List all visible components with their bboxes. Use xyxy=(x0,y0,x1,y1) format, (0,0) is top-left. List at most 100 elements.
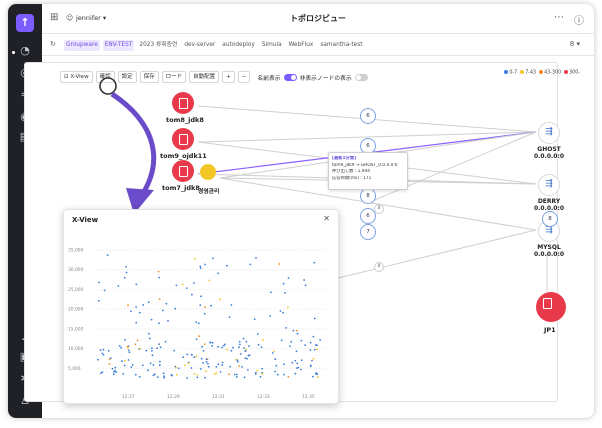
transaction-point xyxy=(275,364,278,367)
tag-chip[interactable]: ENV-TEST xyxy=(102,40,135,51)
x-tick-label: 12:33 xyxy=(257,394,270,400)
transaction-point xyxy=(130,366,133,368)
transaction-point xyxy=(103,289,106,292)
edge-count: 0 xyxy=(374,262,384,272)
show-hidden-label: 非表示ノードの表示 xyxy=(299,75,352,82)
transaction-point xyxy=(269,315,271,317)
tag-chip[interactable]: 2023 류휘중련 xyxy=(137,40,179,51)
transaction-point xyxy=(136,339,139,342)
legend-item: 43-300 xyxy=(539,70,561,76)
transaction-point xyxy=(163,376,166,379)
transaction-point xyxy=(210,304,213,307)
transaction-point xyxy=(283,373,285,376)
transaction-point xyxy=(230,349,233,352)
transaction-point xyxy=(238,346,240,348)
transaction-point xyxy=(162,372,165,375)
transaction-point xyxy=(262,338,264,341)
tag-chip[interactable]: Groupware xyxy=(64,40,100,51)
node-jp1[interactable] xyxy=(536,292,566,322)
transaction-point xyxy=(202,362,205,364)
node-label-ghost: GHOST 0.0.0.0:0 xyxy=(530,146,568,160)
transaction-point xyxy=(107,349,110,352)
transaction-point xyxy=(152,364,155,366)
transaction-point xyxy=(314,372,317,375)
tag-chip[interactable]: WebFlux xyxy=(287,40,316,51)
tag-chip[interactable]: samantha-test xyxy=(318,40,364,51)
transaction-point xyxy=(158,343,160,346)
transaction-point xyxy=(106,254,109,256)
edge-count: 6 xyxy=(360,108,376,124)
transaction-point xyxy=(204,306,206,308)
auto-layout-button[interactable]: 自動配置 xyxy=(189,71,220,83)
transaction-point xyxy=(215,366,218,368)
transaction-point xyxy=(234,358,237,361)
transaction-point xyxy=(312,357,315,360)
transaction-point xyxy=(117,285,120,287)
show-hidden-toggle[interactable] xyxy=(354,73,368,81)
node-mgmt[interactable] xyxy=(200,164,216,180)
transaction-point xyxy=(282,311,284,314)
y-tick-label: 35,000 xyxy=(68,248,84,254)
ghost-ip: 0.0.0.0:0 xyxy=(533,153,565,160)
transaction-point xyxy=(121,360,123,363)
transaction-point xyxy=(319,339,321,341)
transaction-point xyxy=(175,284,178,287)
zoom-in-button[interactable]: + xyxy=(222,71,235,83)
transaction-point xyxy=(239,353,242,355)
transaction-point xyxy=(312,375,314,378)
transaction-point xyxy=(238,365,241,367)
y-tick-label: 5,000 xyxy=(68,366,81,372)
transaction-point xyxy=(200,295,202,298)
help-icon[interactable]: ⓘ xyxy=(574,12,584,27)
transaction-point xyxy=(300,359,303,362)
transaction-point xyxy=(283,363,285,366)
y-tick-label: 15,000 xyxy=(68,326,84,332)
transaction-point xyxy=(181,283,184,286)
tag-chip[interactable]: autodeploy xyxy=(220,40,257,51)
mysql-name: MYSQL xyxy=(537,244,561,251)
transaction-point xyxy=(175,366,177,369)
node-label-derry: DERRY 0.0.0.0:0 xyxy=(530,198,568,212)
transaction-point xyxy=(127,347,129,349)
tag-count[interactable]: 8 ▾ xyxy=(570,40,580,48)
transaction-point xyxy=(235,373,238,376)
transaction-point xyxy=(145,349,148,352)
transaction-point xyxy=(296,332,299,335)
transaction-point xyxy=(204,263,206,266)
tag-chip[interactable]: dev-server xyxy=(182,40,217,51)
app-logo[interactable]: ↑ xyxy=(16,14,34,32)
transaction-point xyxy=(123,364,126,367)
transaction-point xyxy=(182,356,185,359)
transaction-point xyxy=(236,361,239,363)
edge-count: 7 xyxy=(360,224,376,240)
transaction-point xyxy=(148,337,151,340)
transaction-point xyxy=(200,357,203,360)
xview-scatter-chart[interactable]: 35,000 30,000 25,000 20,000 15,000 10,000 5,00… xyxy=(64,210,340,405)
transaction-point xyxy=(164,340,167,343)
node-ghost[interactable] xyxy=(538,122,560,144)
tag-count-value: 8 xyxy=(569,40,575,48)
transaction-point xyxy=(292,329,295,332)
gauge-icon[interactable]: ◔ xyxy=(18,44,32,58)
transaction-point xyxy=(226,348,229,351)
more-icon[interactable]: ⋯ xyxy=(554,12,564,23)
show-names-toggle[interactable] xyxy=(283,73,297,81)
refresh-icon[interactable]: ↻ xyxy=(50,40,56,48)
edge-count: 8 xyxy=(542,211,558,227)
transaction-point xyxy=(219,371,222,373)
transaction-point xyxy=(309,341,312,344)
zoom-out-button[interactable]: − xyxy=(237,71,251,83)
transaction-point xyxy=(316,348,319,350)
transaction-point xyxy=(309,349,312,351)
transaction-point xyxy=(187,362,190,365)
tag-chip[interactable]: Simula xyxy=(260,40,284,51)
transaction-point xyxy=(217,272,220,275)
transaction-point xyxy=(312,335,315,338)
transaction-point xyxy=(232,346,235,349)
transaction-point xyxy=(114,369,116,372)
legend-item: 7-43 xyxy=(520,70,536,76)
transaction-point xyxy=(213,373,216,375)
node-derry[interactable] xyxy=(538,174,560,196)
transaction-point xyxy=(193,282,196,284)
transaction-point xyxy=(289,345,291,347)
